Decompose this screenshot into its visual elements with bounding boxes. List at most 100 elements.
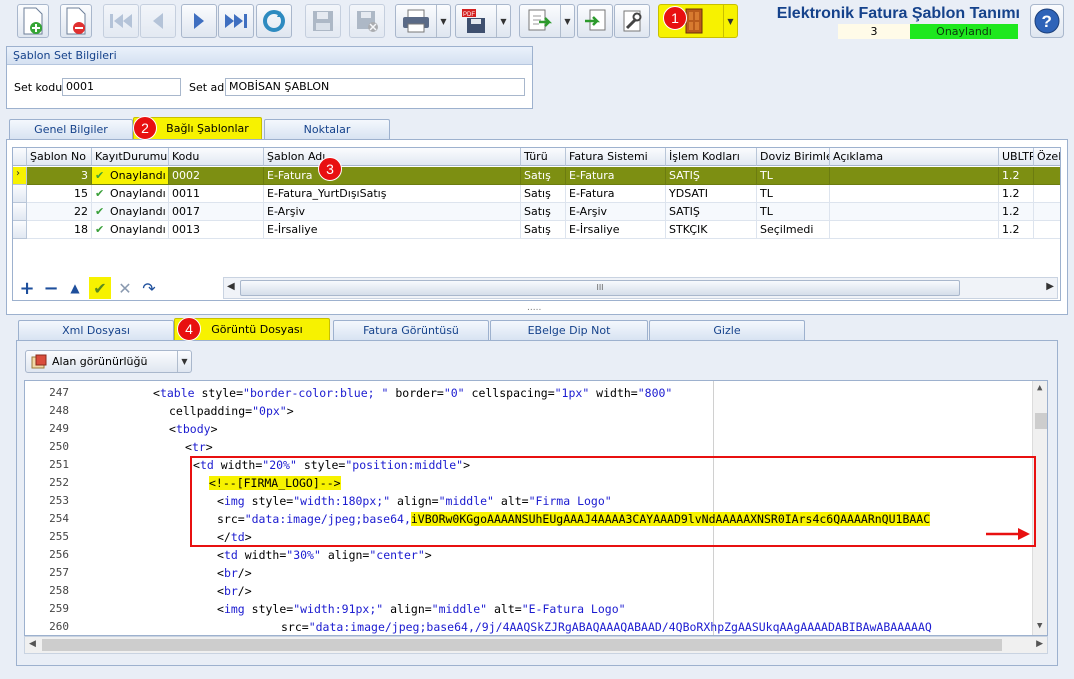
save-close-button[interactable] <box>349 4 385 38</box>
header-indicator <box>13 148 27 166</box>
code-line: <td width="20%" style="position:middle"> <box>193 456 470 474</box>
row-indicator <box>13 185 27 203</box>
col-header[interactable]: Fatura Sistemi <box>566 148 666 166</box>
move-up-icon[interactable]: ▲ <box>65 278 85 298</box>
code-token: "E-Fatura Logo" <box>521 602 626 616</box>
tab-invoice-view[interactable]: Fatura Görüntüsü <box>333 320 489 340</box>
record-count: 3 <box>838 24 910 39</box>
editor-hscrollbar[interactable]: ◀ ▶ <box>24 636 1048 654</box>
save-button[interactable] <box>305 4 341 38</box>
previous-record-button[interactable] <box>140 4 176 38</box>
status-text: Onaylandı <box>110 187 166 200</box>
chevron-down-icon[interactable]: ▼ <box>436 5 450 37</box>
tab-hide[interactable]: Gizle <box>649 320 805 340</box>
export-icon <box>528 9 553 31</box>
scroll-thumb[interactable]: III <box>240 280 960 296</box>
tab-xml-file[interactable]: Xml Dosyası <box>18 320 174 340</box>
line-number: 260 <box>49 620 69 633</box>
code-editor[interactable]: 247 248 249 250 251 252 253 254 255 256 257 258 259 2… <box>24 380 1048 636</box>
step-badge-3: 3 <box>318 157 342 181</box>
col-header[interactable]: Şablon No <box>27 148 92 166</box>
pdf-save-button[interactable]: PDF ▼ <box>455 4 511 38</box>
col-header[interactable]: Şablon Adı <box>264 148 521 166</box>
redo-icon[interactable]: ↷ <box>139 278 159 298</box>
scroll-right-icon[interactable]: ▶ <box>1036 639 1043 649</box>
tools-icon <box>623 10 642 32</box>
cancel-icon[interactable]: ✕ <box>115 278 135 298</box>
editor-vscrollbar[interactable]: ▲ ▼ <box>1032 381 1047 635</box>
code-token: /> <box>237 566 252 580</box>
cell-status: ✔ Onaylandı <box>92 221 169 239</box>
export-button[interactable]: ▼ <box>519 4 575 38</box>
refresh-button[interactable] <box>256 4 292 38</box>
row-indicator <box>13 203 27 221</box>
cell-ubl: 1.2 <box>999 185 1034 203</box>
code-token: "Firma Logo" <box>528 494 612 508</box>
check-icon[interactable]: ✔ <box>89 277 111 299</box>
col-header[interactable]: İşlem Kodları <box>666 148 757 166</box>
scroll-left-icon[interactable]: ◀ <box>29 639 36 649</box>
status-badge: Onaylandı <box>910 24 1018 39</box>
grid-hscrollbar[interactable]: ◀ III ▶ <box>223 277 1058 299</box>
code-token: "data:image/jpeg;base64, <box>244 512 411 526</box>
add-icon[interactable]: + <box>17 278 37 299</box>
scroll-thumb[interactable] <box>1035 413 1047 429</box>
col-header[interactable]: Açıklama <box>830 148 999 166</box>
next-record-button[interactable] <box>181 4 217 38</box>
help-button[interactable]: ? <box>1030 4 1064 38</box>
col-header[interactable]: Kodu <box>169 148 264 166</box>
table-row[interactable]: › 3 ✔ Onaylandı 0002 E-Fatura Satış E-Fat… <box>13 167 1060 185</box>
col-header[interactable]: Türü <box>521 148 566 166</box>
new-button[interactable] <box>17 4 49 38</box>
last-record-button[interactable] <box>218 4 254 38</box>
tab-label: Bağlı Şablonlar <box>166 122 249 135</box>
line-number: 249 <box>49 422 69 435</box>
check-icon: ✔ <box>95 205 105 218</box>
col-header[interactable]: Doviz Birimleri <box>757 148 830 166</box>
first-record-icon <box>110 14 132 28</box>
scroll-left-icon[interactable]: ◀ <box>227 281 235 292</box>
code-token: alt= <box>487 602 522 616</box>
chevron-down-icon[interactable]: ▼ <box>560 5 574 37</box>
splitter-handle[interactable]: ..... <box>527 303 541 313</box>
code-token: src= <box>217 512 245 526</box>
code-token: "data:image/jpeg;base64,/9j/4AAQSkZJRgAB… <box>308 620 932 634</box>
line-number: 250 <box>49 440 69 453</box>
code-token: style= <box>244 494 294 508</box>
import-icon <box>585 9 606 31</box>
table-row[interactable]: 22 ✔ Onaylandı 0017 E-Arşiv Satış E-Arşiv… <box>13 203 1060 221</box>
tools-button[interactable] <box>614 4 650 38</box>
code-token: br <box>223 566 238 580</box>
chevron-down-icon[interactable]: ▼ <box>723 5 737 37</box>
remove-icon[interactable]: − <box>41 278 61 299</box>
set-name-input[interactable]: MOBİSAN ŞABLON <box>225 78 525 96</box>
tab-points[interactable]: Noktalar <box>264 119 390 139</box>
tab-general-info[interactable]: Genel Bilgiler <box>9 119 133 139</box>
set-code-input[interactable]: 0001 <box>62 78 181 96</box>
delete-button[interactable] <box>60 4 92 38</box>
line-number: 247 <box>49 386 69 399</box>
line-number: 253 <box>49 494 69 507</box>
col-header[interactable]: Özel K <box>1034 148 1060 166</box>
field-visibility-button[interactable]: Alan görünürlüğü ▼ <box>25 350 192 373</box>
scroll-right-icon[interactable]: ▶ <box>1046 281 1054 292</box>
scroll-up-icon[interactable]: ▲ <box>1037 383 1042 393</box>
tab-ebelge-footnote[interactable]: EBelge Dip Not <box>490 320 648 340</box>
print-button[interactable]: ▼ <box>395 4 451 38</box>
table-row[interactable]: 18 ✔ Onaylandı 0013 E-İrsaliye Satış E-İr… <box>13 221 1060 239</box>
line-number: 254 <box>49 512 69 525</box>
chevron-down-icon[interactable]: ▼ <box>177 351 191 372</box>
scroll-thumb[interactable] <box>42 639 1002 651</box>
code-token: "30%" <box>286 548 321 562</box>
import-button[interactable] <box>577 4 613 38</box>
chevron-down-icon[interactable]: ▼ <box>496 5 510 37</box>
line-number: 248 <box>49 404 69 417</box>
svg-text:PDF: PDF <box>463 12 475 18</box>
table-row[interactable]: 15 ✔ Onaylandı 0011 E-Fatura_YurtDışıSatı… <box>13 185 1060 203</box>
code-line: <td width="30%" align="center"> <box>217 546 432 564</box>
col-header[interactable]: KayıtDurumu <box>92 148 169 166</box>
cell-type: Satış <box>521 221 566 239</box>
col-header[interactable]: UBLTR <box>999 148 1034 166</box>
first-record-button[interactable] <box>103 4 139 38</box>
scroll-down-icon[interactable]: ▼ <box>1037 621 1042 631</box>
